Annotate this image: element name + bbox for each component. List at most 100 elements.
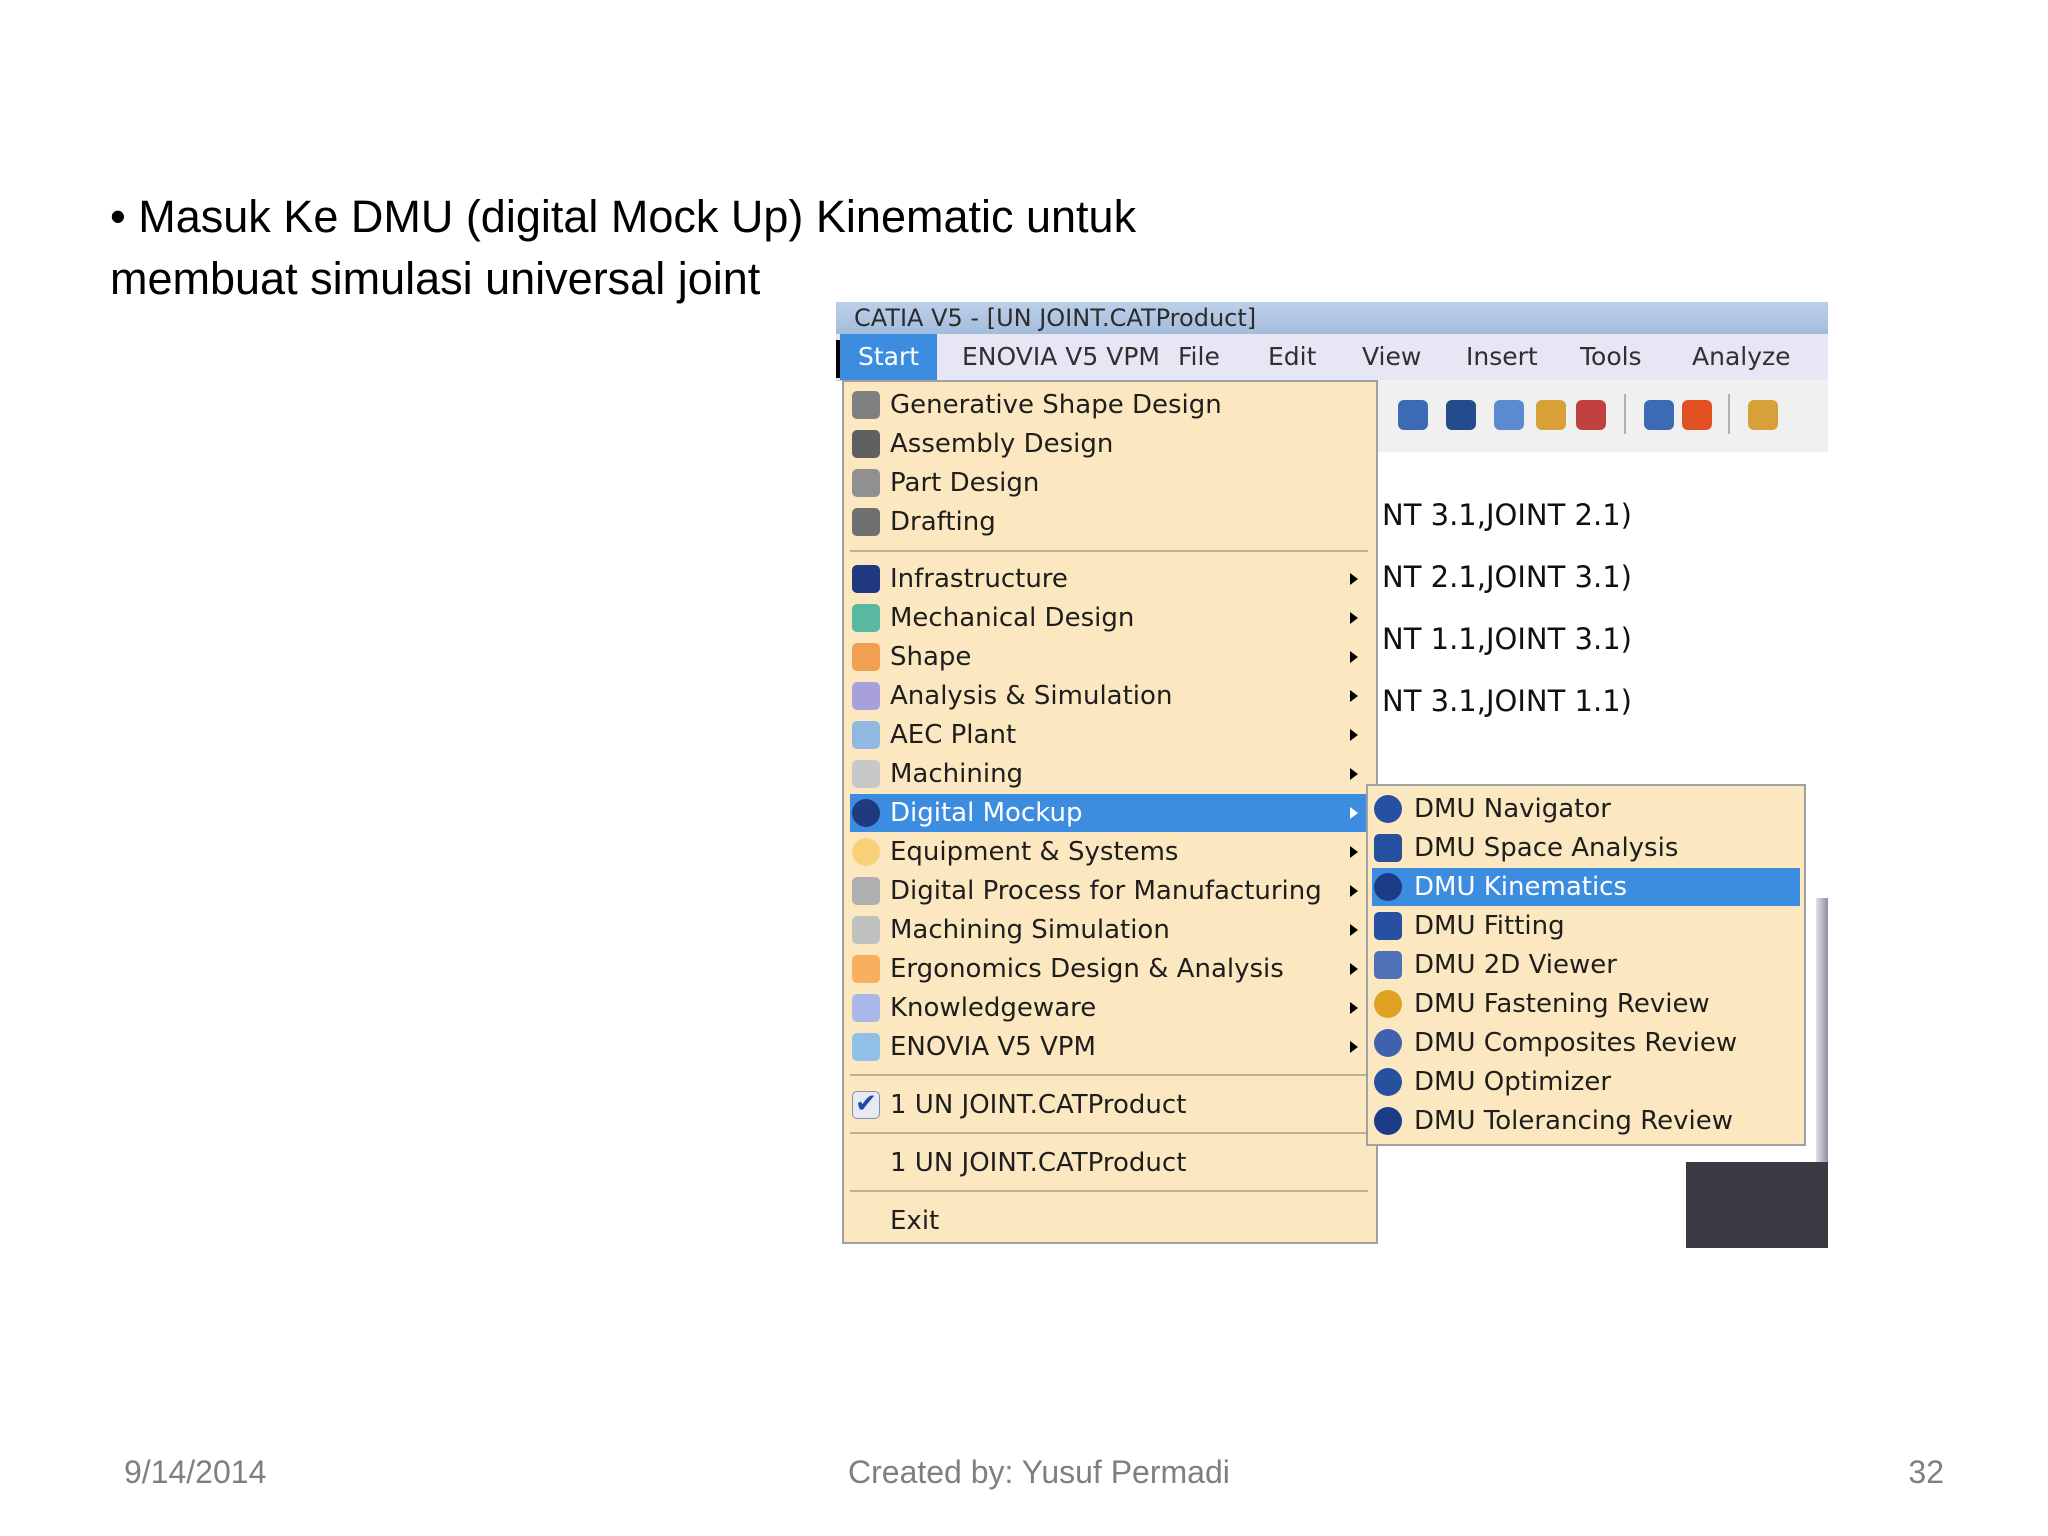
dmu-space-analysis-icon (1374, 834, 1402, 862)
submenu-arrow-icon (1350, 729, 1358, 741)
menu-item-machining[interactable]: Machining (850, 755, 1372, 793)
menu-item-mechanical-design[interactable]: Mechanical Design (850, 599, 1372, 637)
digital-mockup-icon (852, 799, 880, 827)
submenu-arrow-icon (1350, 1002, 1358, 1014)
menu-item-knowledgeware[interactable]: Knowledgeware (850, 989, 1372, 1027)
product-icon[interactable] (1398, 400, 1428, 430)
dmu-fastening-review-icon (1374, 990, 1402, 1018)
table-icon[interactable] (1446, 400, 1476, 430)
menu-item-machining-simulation[interactable]: Machining Simulation (850, 911, 1372, 949)
menu-item-infrastructure[interactable]: Infrastructure (850, 560, 1372, 598)
submenu-item-dmu-tolerancing-review[interactable]: DMU Tolerancing Review (1372, 1102, 1800, 1140)
menu-item-assembly-design[interactable]: Assembly Design (850, 425, 1372, 463)
knowledgeware-icon (852, 994, 880, 1022)
drafting-icon (852, 508, 880, 536)
submenu-arrow-icon (1350, 651, 1358, 663)
menu-item-recent[interactable]: 1 UN JOINT.CATProduct (850, 1144, 1372, 1182)
submenu-item-dmu-navigator[interactable]: DMU Navigator (1372, 790, 1800, 828)
tree-node[interactable]: NT 1.1,JOINT 3.1) (1382, 622, 1632, 656)
digital-mockup-submenu: DMU Navigator DMU Space Analysis DMU Kin… (1366, 784, 1806, 1146)
window-left-edge (836, 340, 840, 378)
submenu-arrow-icon (1350, 846, 1358, 858)
footer-date: 9/14/2014 (124, 1454, 267, 1490)
mechanical-design-icon (852, 604, 880, 632)
toolbar-separator (1624, 394, 1626, 434)
menu-item-ergonomics-design[interactable]: Ergonomics Design & Analysis (850, 950, 1372, 988)
menu-item-generative-shape-design[interactable]: Generative Shape Design (850, 386, 1372, 424)
machining-icon (852, 760, 880, 788)
wrench-icon[interactable] (1536, 400, 1566, 430)
machining-simulation-icon (852, 916, 880, 944)
submenu-item-dmu-fastening-review[interactable]: DMU Fastening Review (1372, 985, 1800, 1023)
dmu-navigator-icon (1374, 795, 1402, 823)
menu-item-digital-mockup[interactable]: Digital Mockup (850, 794, 1372, 832)
submenu-arrow-icon (1350, 1041, 1358, 1053)
ergonomics-icon (852, 955, 880, 983)
analysis-simulation-icon (852, 682, 880, 710)
infrastructure-icon (852, 565, 880, 593)
submenu-item-dmu-optimizer[interactable]: DMU Optimizer (1372, 1063, 1800, 1101)
submenu-arrow-icon (1350, 768, 1358, 780)
submenu-item-dmu-fitting[interactable]: DMU Fitting (1372, 907, 1800, 945)
submenu-arrow-icon (1350, 690, 1358, 702)
menu-separator (850, 550, 1368, 552)
menu-separator-2 (850, 1074, 1368, 1076)
menu-separator-4 (850, 1190, 1368, 1192)
digital-process-icon (852, 877, 880, 905)
submenu-arrow-icon (1350, 612, 1358, 624)
menu-enovia[interactable]: ENOVIA V5 VPM (962, 334, 1160, 380)
catia-screenshot: CATIA V5 - [UN JOINT.CATProduct] Start E… (836, 302, 1828, 1248)
menu-item-analysis-simulation[interactable]: Analysis & Simulation (850, 677, 1372, 715)
menu-analyze[interactable]: Analyze (1692, 334, 1791, 380)
menu-insert[interactable]: Insert (1466, 334, 1538, 380)
window-title: CATIA V5 - [UN JOINT.CATProduct] (836, 302, 1828, 334)
pencil-icon[interactable] (1748, 400, 1778, 430)
dmu-kinematics-icon (1374, 873, 1402, 901)
shape-icon (852, 643, 880, 671)
footer-page-number: 32 (1908, 1454, 1944, 1490)
menu-view[interactable]: View (1362, 334, 1421, 380)
menu-item-recent-checked[interactable]: ✔ 1 UN JOINT.CATProduct (850, 1086, 1372, 1124)
dmu-fitting-icon (1374, 912, 1402, 940)
dmu-composites-review-icon (1374, 1029, 1402, 1057)
equipment-systems-icon (852, 838, 880, 866)
dmu-2d-viewer-icon (1374, 951, 1402, 979)
start-menu: Generative Shape Design Assembly Design … (842, 380, 1378, 1244)
dmu-optimizer-icon (1374, 1068, 1402, 1096)
submenu-item-dmu-space-analysis[interactable]: DMU Space Analysis (1372, 829, 1800, 867)
submenu-arrow-icon (1350, 963, 1358, 975)
submenu-arrow-icon (1350, 573, 1358, 585)
menu-tools[interactable]: Tools (1580, 334, 1642, 380)
submenu-item-dmu-kinematics[interactable]: DMU Kinematics (1372, 868, 1800, 906)
menu-item-exit[interactable]: Exit (850, 1202, 1372, 1240)
generative-shape-icon (852, 391, 880, 419)
bullet-line-1: • Masuk Ke DMU (digital Mock Up) Kinemat… (110, 191, 1137, 242)
submenu-arrow-icon (1350, 885, 1358, 897)
tools-icon[interactable] (1576, 400, 1606, 430)
refresh-icon[interactable] (1682, 400, 1712, 430)
menu-item-enovia-v5-vpm[interactable]: ENOVIA V5 VPM (850, 1028, 1372, 1066)
menu-item-part-design[interactable]: Part Design (850, 464, 1372, 502)
menu-file[interactable]: File (1178, 334, 1220, 380)
tree-node[interactable]: NT 3.1,JOINT 1.1) (1382, 684, 1632, 718)
submenu-arrow-icon (1350, 807, 1358, 819)
menu-item-equipment-systems[interactable]: Equipment & Systems (850, 833, 1372, 871)
update-icon[interactable] (1644, 400, 1674, 430)
aec-plant-icon (852, 721, 880, 749)
menu-item-shape[interactable]: Shape (850, 638, 1372, 676)
submenu-item-dmu-composites-review[interactable]: DMU Composites Review (1372, 1024, 1800, 1062)
enovia-icon (852, 1033, 880, 1061)
toolbar (1376, 380, 1828, 455)
menu-item-digital-process-manufacturing[interactable]: Digital Process for Manufacturing (850, 872, 1372, 910)
gears-icon (852, 430, 880, 458)
menu-item-aec-plant[interactable]: AEC Plant (850, 716, 1372, 754)
menu-edit[interactable]: Edit (1268, 334, 1316, 380)
submenu-item-dmu-2d-viewer[interactable]: DMU 2D Viewer (1372, 946, 1800, 984)
tree-node[interactable]: NT 3.1,JOINT 2.1) (1382, 498, 1632, 532)
menu-start[interactable]: Start (840, 334, 938, 380)
gear-icon (852, 469, 880, 497)
menu-item-drafting[interactable]: Drafting (850, 503, 1372, 541)
tree-node[interactable]: NT 2.1,JOINT 3.1) (1382, 560, 1632, 594)
part-icon[interactable] (1494, 400, 1524, 430)
submenu-arrow-icon (1350, 924, 1358, 936)
